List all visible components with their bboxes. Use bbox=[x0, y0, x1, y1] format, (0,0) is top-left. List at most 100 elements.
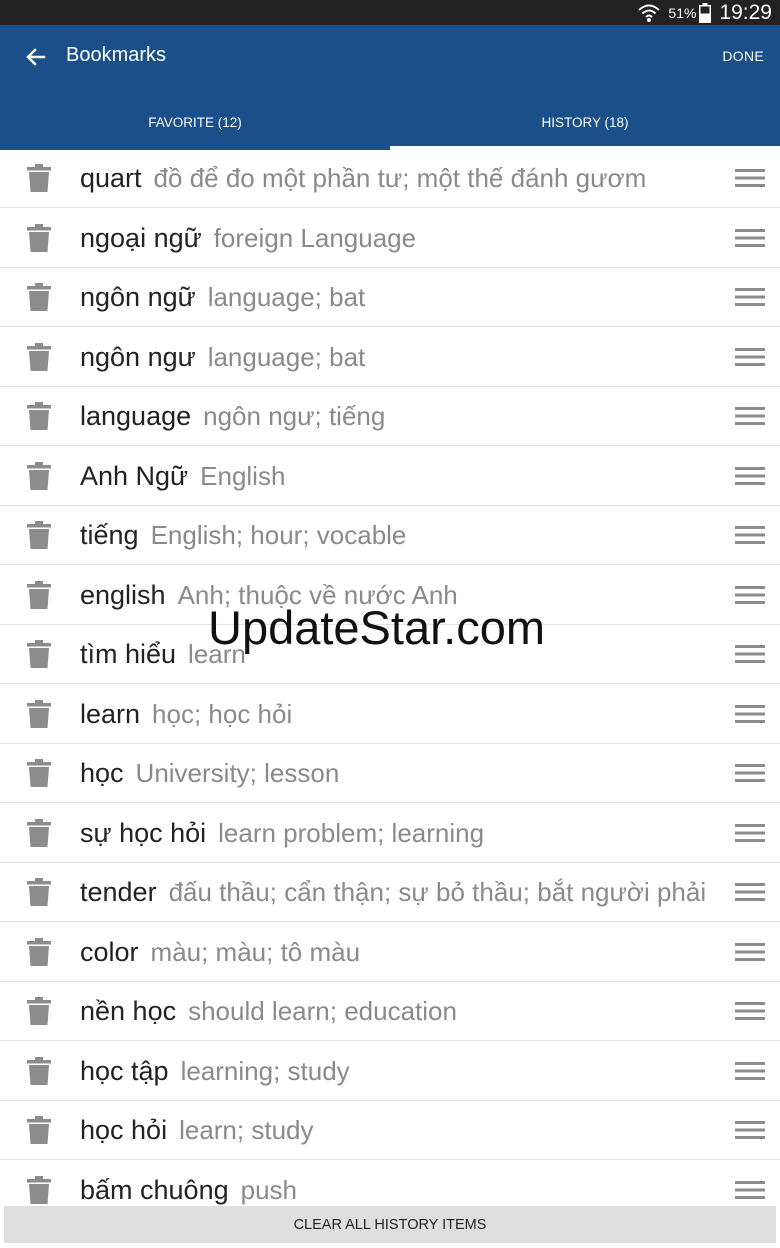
drag-handle-icon[interactable] bbox=[735, 287, 765, 307]
trash-icon[interactable] bbox=[27, 283, 51, 311]
trash-icon[interactable] bbox=[27, 461, 51, 490]
history-item-text: learn học; học hỏi bbox=[80, 685, 712, 744]
history-item-text: english Anh; thuộc về nước Anh bbox=[80, 566, 712, 625]
history-item[interactable]: quart đồ để đo một phần tư; một thế đánh … bbox=[0, 150, 780, 208]
trash-icon[interactable] bbox=[27, 1116, 51, 1144]
drag-handle-icon[interactable] bbox=[735, 942, 765, 962]
history-item-word: nền học bbox=[80, 996, 177, 1026]
drag-handle-icon[interactable] bbox=[735, 882, 765, 902]
drag-handle-icon[interactable] bbox=[735, 1120, 765, 1140]
history-item-meaning: should learn; education bbox=[188, 996, 457, 1026]
history-item-word: color bbox=[80, 936, 139, 967]
history-item-word: language bbox=[80, 401, 192, 431]
history-item[interactable]: tender đấu thầu; cẩn thận; sự bỏ thầu; bắ… bbox=[0, 863, 780, 922]
history-item-text: học tập learning; study bbox=[80, 1042, 712, 1101]
history-item-word: english bbox=[80, 579, 166, 610]
history-item-text: ngôn ngữ language; bat bbox=[80, 268, 712, 327]
battery-percent: 51% bbox=[668, 4, 697, 21]
history-item-meaning: learning; study bbox=[180, 1055, 350, 1086]
history-item-word: bấm chuông bbox=[80, 1174, 229, 1205]
history-item-text: bấm chuông push bbox=[80, 1161, 712, 1207]
trash-icon[interactable] bbox=[27, 1175, 51, 1204]
history-item[interactable]: tiếng English; hour; vocable bbox=[0, 506, 780, 565]
history-item-word: sự học hỏi bbox=[80, 817, 207, 848]
trash-icon[interactable] bbox=[27, 997, 51, 1025]
back-arrow-icon[interactable] bbox=[22, 43, 50, 71]
history-item[interactable]: ngôn ngữ language; bat bbox=[0, 268, 780, 327]
drag-handle-icon[interactable] bbox=[735, 347, 765, 367]
status-bar: 51% 19:29 bbox=[0, 0, 780, 25]
history-item-meaning: learn problem; learning bbox=[218, 817, 485, 848]
history-item-word: ngôn ngư bbox=[80, 341, 196, 372]
history-list[interactable]: quart đồ để đo một phần tư; một thế đánh … bbox=[0, 150, 780, 1206]
trash-icon[interactable] bbox=[27, 1056, 51, 1085]
history-item-word: ngôn ngữ bbox=[80, 282, 196, 312]
app-bar: Bookmarks DONE FAVORITE (12) HISTORY (18… bbox=[0, 25, 780, 150]
trash-icon[interactable] bbox=[27, 699, 51, 728]
trash-icon[interactable] bbox=[27, 164, 51, 192]
trash-icon[interactable] bbox=[27, 640, 51, 668]
history-item-text: ngôn ngư language; bat bbox=[80, 328, 712, 387]
history-item-text: quart đồ để đo một phần tư; một thế đánh … bbox=[80, 150, 712, 208]
history-item-word: quart bbox=[80, 163, 142, 193]
history-item[interactable]: english Anh; thuộc về nước Anh bbox=[0, 566, 780, 625]
history-item[interactable]: sự học hỏi learn problem; learning bbox=[0, 804, 780, 863]
trash-icon[interactable] bbox=[27, 580, 51, 609]
history-item-meaning: học; học hỏi bbox=[152, 698, 293, 729]
history-item-meaning: foreign Language bbox=[213, 222, 417, 253]
wifi-icon bbox=[638, 4, 661, 22]
drag-handle-icon[interactable] bbox=[735, 525, 765, 545]
history-item[interactable]: ngoại ngữ foreign Language bbox=[0, 209, 780, 268]
drag-handle-icon[interactable] bbox=[735, 1061, 765, 1081]
drag-handle-icon[interactable] bbox=[735, 1180, 765, 1200]
history-item-text: học hỏi learn; study bbox=[80, 1101, 712, 1160]
history-item-text: language ngôn ngư; tiếng bbox=[80, 387, 712, 446]
tab-bar: FAVORITE (12) HISTORY (18) bbox=[0, 95, 780, 150]
drag-handle-icon[interactable] bbox=[735, 466, 765, 486]
drag-handle-icon[interactable] bbox=[735, 644, 765, 664]
drag-handle-icon[interactable] bbox=[735, 704, 765, 724]
tab-favorite[interactable]: FAVORITE (12) bbox=[0, 95, 390, 150]
trash-icon[interactable] bbox=[27, 818, 51, 847]
history-item[interactable]: nền học should learn; education bbox=[0, 982, 780, 1041]
trash-icon[interactable] bbox=[27, 759, 51, 787]
history-item[interactable]: học hỏi learn; study bbox=[0, 1101, 780, 1160]
history-item-text: color màu; màu; tô màu bbox=[80, 923, 712, 982]
drag-handle-icon[interactable] bbox=[735, 585, 765, 605]
history-item[interactable]: tìm hiểu learn bbox=[0, 625, 780, 684]
trash-icon[interactable] bbox=[27, 342, 51, 371]
done-button[interactable]: DONE bbox=[722, 48, 764, 64]
history-item-meaning: ngôn ngư; tiếng bbox=[203, 401, 386, 431]
trash-icon[interactable] bbox=[27, 521, 51, 549]
drag-handle-icon[interactable] bbox=[735, 406, 765, 426]
history-item-meaning: đấu thầu; cẩn thận; sự bỏ thầu; bắt ngườ… bbox=[168, 877, 707, 907]
trash-icon[interactable] bbox=[27, 937, 51, 966]
history-item-meaning: màu; màu; tô màu bbox=[150, 936, 361, 967]
history-item-text: sự học hỏi learn problem; learning bbox=[80, 804, 712, 863]
trash-icon[interactable] bbox=[27, 878, 51, 906]
drag-handle-icon[interactable] bbox=[735, 228, 765, 248]
drag-handle-icon[interactable] bbox=[735, 823, 765, 843]
status-time: 19:29 bbox=[719, 0, 772, 24]
drag-handle-icon[interactable] bbox=[735, 763, 765, 783]
trash-icon[interactable] bbox=[27, 223, 51, 252]
drag-handle-icon[interactable] bbox=[735, 1001, 765, 1021]
history-item[interactable]: language ngôn ngư; tiếng bbox=[0, 387, 780, 446]
history-item[interactable]: bấm chuông push bbox=[0, 1161, 780, 1207]
history-item[interactable]: học University; lesson bbox=[0, 744, 780, 803]
tab-history[interactable]: HISTORY (18) bbox=[390, 95, 780, 150]
page-title: Bookmarks bbox=[66, 44, 167, 66]
history-item[interactable]: learn học; học hỏi bbox=[0, 685, 780, 744]
history-item[interactable]: học tập learning; study bbox=[0, 1042, 780, 1101]
history-item-word: học tập bbox=[80, 1055, 169, 1086]
history-item-word: tiếng bbox=[80, 520, 139, 550]
history-item[interactable]: Anh Ngữ English bbox=[0, 447, 780, 506]
history-item[interactable]: color màu; màu; tô màu bbox=[0, 923, 780, 982]
history-item-meaning: learn; study bbox=[179, 1115, 314, 1145]
history-item-word: tìm hiểu bbox=[80, 639, 177, 669]
history-item-meaning: learn bbox=[188, 639, 246, 669]
trash-icon[interactable] bbox=[27, 402, 51, 430]
drag-handle-icon[interactable] bbox=[735, 168, 765, 188]
clear-all-history-button[interactable]: CLEAR ALL HISTORY ITEMS bbox=[4, 1206, 776, 1243]
history-item[interactable]: ngôn ngư language; bat bbox=[0, 328, 780, 387]
